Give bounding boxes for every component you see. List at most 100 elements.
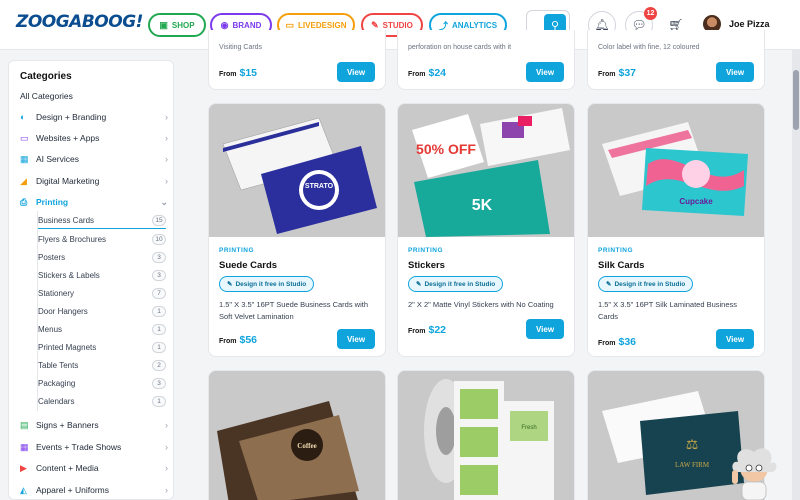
svg-text:Coffee: Coffee <box>297 442 316 450</box>
ai-icon: ▦ <box>20 153 29 164</box>
price-label: From $36 <box>598 336 637 348</box>
product-card[interactable]: Fresh <box>397 370 575 500</box>
pen-icon: ✎ <box>371 19 379 30</box>
svg-text:⚖: ⚖ <box>686 438 699 453</box>
price-label: From $24 <box>408 67 447 79</box>
calendar-icon: ▦ <box>20 441 29 452</box>
design-in-studio-button[interactable]: ✎ Design it free in Studio <box>598 276 694 292</box>
card-title[interactable]: Suede Cards <box>219 260 277 271</box>
sidebar-sub-table-tents[interactable]: Table Tents 2 <box>38 357 166 373</box>
chevron-right-icon: › <box>165 176 168 186</box>
category-sidebar: Categories All Categories ◐ Design + Bran… <box>8 60 174 500</box>
chevron-right-icon: › <box>165 485 168 495</box>
palette-icon: ◐ <box>20 112 26 122</box>
product-card-suede-cards[interactable]: STRATO PRINTING Suede Cards ✎ Design it f… <box>208 103 386 357</box>
view-button[interactable]: View <box>337 62 375 82</box>
view-button[interactable]: View <box>716 62 754 82</box>
monitor-icon: ▭ <box>285 19 295 30</box>
svg-text:Fresh: Fresh <box>521 425 536 431</box>
user-name[interactable]: Joe Pizza <box>729 19 770 29</box>
svg-text:Cupcake: Cupcake <box>679 197 713 206</box>
card-description: 1.5" X 3.5" 16PT Suede Business Cards wi… <box>219 300 369 321</box>
view-button[interactable]: View <box>716 329 754 349</box>
bag-icon: ▣ <box>159 19 168 30</box>
sidebar-sub-business-cards[interactable]: Business Cards 15 <box>38 213 166 229</box>
logo[interactable]: ZOOGABOOG! <box>16 12 143 32</box>
price-label: From $22 <box>408 324 447 336</box>
product-image[interactable]: STRATO <box>209 104 385 237</box>
megaphone-icon: ◢ <box>20 175 27 186</box>
page-scrollbar[interactable] <box>792 50 800 500</box>
mascot-assistant-icon[interactable] <box>724 440 784 500</box>
sidebar-item-digital-marketing[interactable]: ◢ Digital Marketing › <box>20 172 170 190</box>
svg-text:50% OFF: 50% OFF <box>416 141 476 157</box>
wand-icon: ✎ <box>227 281 233 288</box>
chevron-right-icon: › <box>165 112 168 122</box>
design-in-studio-button[interactable]: ✎ Design it free in Studio <box>408 276 504 292</box>
sidebar-item-events-trade-shows[interactable]: ▦ Events + Trade Shows › <box>20 438 170 456</box>
card-category: PRINTING <box>219 247 255 254</box>
sidebar-item-signs-banners[interactable]: ▤ Signs + Banners › <box>20 416 170 434</box>
svg-text:LAW FIRM: LAW FIRM <box>675 461 710 469</box>
card-description: 2" X 2" Matte Vinyl Stickers with No Coa… <box>408 300 554 309</box>
silk-cards-illustration: Cupcake <box>588 104 764 237</box>
label-roll-illustration: Fresh <box>398 371 574 500</box>
chevron-right-icon: › <box>165 133 168 143</box>
svg-text:STRATO: STRATO <box>305 183 334 190</box>
card-category: PRINTING <box>598 247 634 254</box>
laptop-icon: ▭ <box>20 132 29 143</box>
product-card-silk-cards[interactable]: Cupcake PRINTING Silk Cards ✎ Design it f… <box>587 103 765 357</box>
view-button[interactable]: View <box>526 319 564 339</box>
shirt-icon: ◭ <box>20 484 27 495</box>
palette-icon: ◉ <box>220 19 229 30</box>
view-button[interactable]: View <box>526 62 564 82</box>
printer-icon: ⎙ <box>20 196 28 207</box>
sidebar-title: Categories <box>20 71 72 82</box>
chevron-right-icon: › <box>165 154 168 164</box>
sidebar-sub-posters[interactable]: Posters 3 <box>38 249 166 265</box>
product-image[interactable]: 50% OFF 5K <box>398 104 574 237</box>
sidebar-sub-calendars[interactable]: Calendars 1 <box>38 393 166 409</box>
chevron-right-icon: › <box>165 442 168 452</box>
product-image[interactable]: Cupcake <box>588 104 764 237</box>
product-card[interactable]: Coffee <box>208 370 386 500</box>
sidebar-sub-stickers-labels[interactable]: Stickers & Labels 3 <box>38 267 166 283</box>
sidebar-item-printing[interactable]: ⎙ Printing ⌄ <box>20 193 170 211</box>
card-title[interactable]: Stickers <box>408 260 445 271</box>
chevron-right-icon: › <box>165 420 168 430</box>
messages-badge: 12 <box>644 7 657 20</box>
card-category: PRINTING <box>408 247 444 254</box>
sidebar-sub-flyers-brochures[interactable]: Flyers & Brochures 10 <box>38 231 166 247</box>
chevron-down-icon: ⌄ <box>160 196 168 207</box>
sidebar-sub-packaging[interactable]: Packaging 3 <box>38 375 166 391</box>
sidebar-sub-menus[interactable]: Menus 1 <box>38 321 166 337</box>
sidebar-item-all-categories[interactable]: All Categories <box>20 87 170 105</box>
sidebar-sub-door-hangers[interactable]: Door Hangers 1 <box>38 303 166 319</box>
sidebar-item-content-media[interactable]: ▶ Content + Media › <box>20 459 170 477</box>
scrollbar-thumb[interactable] <box>793 70 799 130</box>
product-image[interactable]: Coffee <box>209 371 385 500</box>
product-card: perforation on house cards with it From $… <box>397 30 575 90</box>
play-icon: ▶ <box>20 462 27 473</box>
sidebar-sub-printed-magnets[interactable]: Printed Magnets 1 <box>38 339 166 355</box>
card-description: 1.5" X 3.5" 16PT Silk Laminated Business… <box>598 300 738 321</box>
view-button[interactable]: View <box>337 329 375 349</box>
nav-shop[interactable]: ▣ SHOP <box>148 13 206 37</box>
chevron-right-icon: › <box>165 463 168 473</box>
svg-text:5K: 5K <box>472 197 493 214</box>
product-card: Color label with fine, 12 coloured From $… <box>587 30 765 90</box>
product-image[interactable]: Fresh <box>398 371 574 500</box>
price-label: From $56 <box>219 334 258 346</box>
product-card-stickers[interactable]: 50% OFF 5K PRINTING Stickers ✎ Design it … <box>397 103 575 357</box>
wand-icon: ✎ <box>416 281 422 288</box>
card-title[interactable]: Silk Cards <box>598 260 644 271</box>
price-label: From $15 <box>219 67 258 79</box>
sidebar-item-websites-apps[interactable]: ▭ Websites + Apps › <box>20 129 170 147</box>
sidebar-sub-stationery[interactable]: Stationery 7 <box>38 285 166 301</box>
sidebar-item-design-branding[interactable]: ◐ Design + Branding › <box>20 108 170 126</box>
sidebar-item-apparel-uniforms[interactable]: ◭ Apparel + Uniforms › <box>20 481 170 499</box>
product-card: Visiting Cards From $15 View <box>208 30 386 90</box>
sidebar-item-ai-services[interactable]: ▦ AI Services › <box>20 150 170 168</box>
stickers-illustration: 50% OFF 5K <box>398 104 574 237</box>
design-in-studio-button[interactable]: ✎ Design it free in Studio <box>219 276 315 292</box>
